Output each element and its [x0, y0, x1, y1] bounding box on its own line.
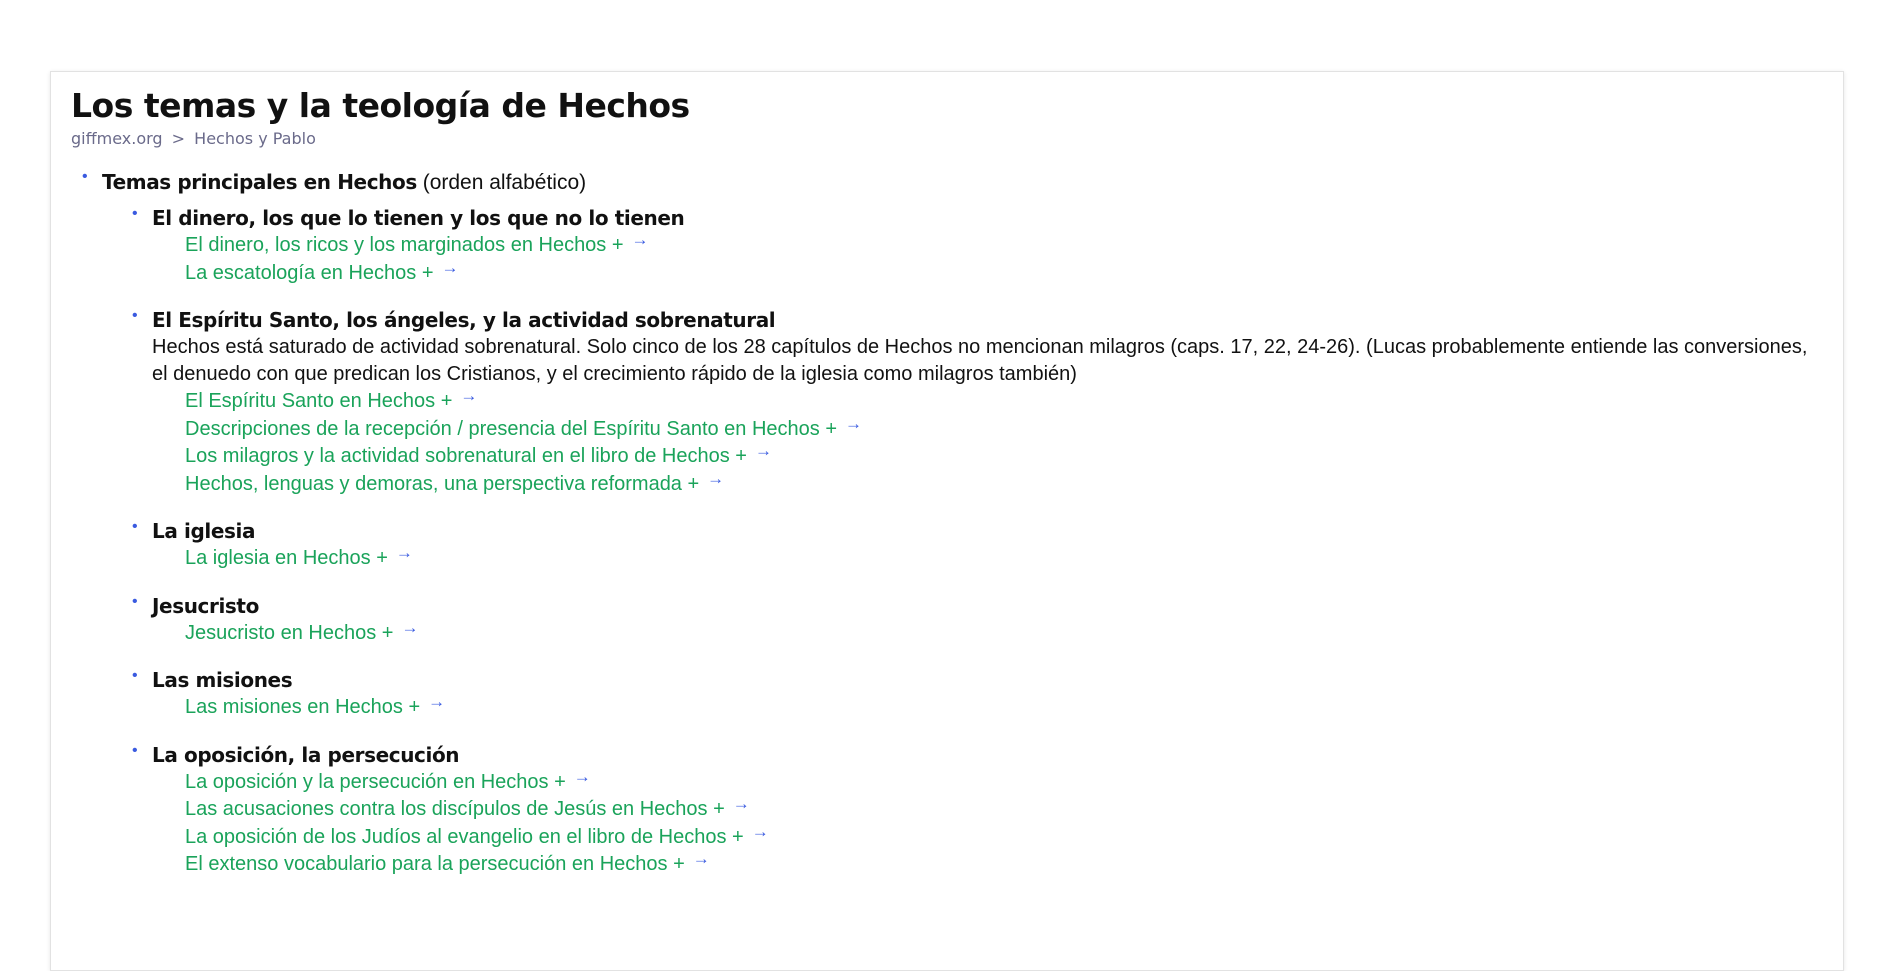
arrow-right-icon[interactable]: → — [693, 849, 710, 868]
topic-heading: El dinero, los que lo tienen y los que n… — [152, 206, 685, 230]
topic-link[interactable]: El Espíritu Santo en Hechos + — [185, 390, 452, 412]
bullet-icon: • — [132, 741, 138, 759]
topic-heading: La oposición, la persecución — [152, 742, 460, 767]
arrow-right-icon[interactable]: → — [845, 414, 862, 433]
section-heading: Temas principales en Hechos (orden alfab… — [102, 168, 1823, 197]
topic-link[interactable]: La iglesia en Hechos + — [185, 547, 388, 569]
section-heading-bold: Temas principales en Hechos — [102, 170, 417, 194]
topic-description: Hechos está saturado de actividad sobren… — [152, 336, 1808, 385]
topic-link-row: La iglesia en Hechos + → — [185, 543, 1823, 573]
topic-link[interactable]: Hechos, lenguas y demoras, una perspecti… — [185, 473, 699, 495]
topic-link-row: La escatología en Hechos + → — [185, 258, 1823, 288]
arrow-right-icon[interactable]: → — [752, 822, 769, 841]
bullet-icon: • — [82, 168, 88, 185]
topic-link-row: El dinero, los ricos y los marginados en… — [185, 230, 1823, 260]
topic-link[interactable]: El extenso vocabulario para la persecuci… — [185, 853, 685, 875]
topic-heading: Las misiones — [152, 668, 293, 692]
bullet-icon: • — [132, 667, 138, 684]
topic-link-row: Las misiones en Hechos + → — [185, 692, 1823, 722]
themes-section: • Temas principales en Hechos (orden alf… — [82, 168, 1823, 879]
arrow-right-icon[interactable]: → — [733, 794, 750, 813]
topic-links: La oposición y la persecución en Hechos … — [152, 767, 1823, 879]
topic-link-row: Los milagros y la actividad sobrenatural… — [185, 441, 1823, 471]
arrow-right-icon[interactable]: → — [755, 441, 772, 460]
arrow-right-icon[interactable]: → — [574, 767, 591, 786]
topic-item: • La oposición, la persecución La oposic… — [132, 742, 1823, 879]
topic-link-row: Jesucristo en Hechos + → — [185, 618, 1823, 648]
bullet-icon: • — [132, 518, 138, 535]
section-heading-note: (orden alfabético) — [422, 171, 587, 194]
topic-link[interactable]: Jesucristo en Hechos + — [185, 622, 393, 644]
arrow-right-icon[interactable]: → — [428, 692, 445, 711]
bullet-icon: • — [132, 592, 138, 610]
arrow-right-icon[interactable]: → — [442, 258, 459, 277]
topic-heading: La iglesia — [152, 519, 256, 543]
topic-link[interactable]: Las misiones en Hechos + — [185, 696, 420, 718]
themes-list: • Temas principales en Hechos (orden alf… — [71, 168, 1823, 879]
topic-item: • La iglesia La iglesia en Hechos + → — [132, 518, 1823, 573]
topic-link-row: La oposición de los Judíos al evangelio … — [185, 822, 1823, 852]
topic-link[interactable]: La escatología en Hechos + — [185, 262, 434, 284]
topic-link[interactable]: La oposición de los Judíos al evangelio … — [185, 826, 744, 848]
topic-links: El dinero, los ricos y los marginados en… — [152, 230, 1823, 288]
arrow-right-icon[interactable]: → — [632, 230, 649, 249]
topic-link[interactable]: Descripciones de la recepción / presenci… — [185, 418, 837, 440]
topic-links: La iglesia en Hechos + → — [152, 543, 1823, 573]
topic-link-row: El Espíritu Santo en Hechos + → — [185, 386, 1823, 416]
topic-item: • Las misiones Las misiones en Hechos + → — [132, 667, 1823, 722]
topic-item: • Jesucristo Jesucristo en Hechos + → — [132, 593, 1823, 648]
topic-heading: El Espíritu Santo, los ángeles, y la act… — [152, 308, 776, 332]
topic-link[interactable]: Los milagros y la actividad sobrenatural… — [185, 445, 747, 467]
topic-link[interactable]: Las acusaciones contra los discípulos de… — [185, 798, 725, 820]
topic-item: • El dinero, los que lo tienen y los que… — [132, 205, 1823, 288]
page-title: Los temas y la teología de Hechos — [71, 86, 690, 125]
topic-link-row: Descripciones de la recepción / presenci… — [185, 414, 1823, 444]
topic-link[interactable]: El dinero, los ricos y los marginados en… — [185, 234, 624, 256]
topic-links: Las misiones en Hechos + → — [152, 692, 1823, 722]
topic-item: • El Espíritu Santo, los ángeles, y la a… — [132, 307, 1823, 499]
topic-link-row: La oposición y la persecución en Hechos … — [185, 767, 1823, 797]
topic-links: El Espíritu Santo en Hechos + → Descripci… — [152, 386, 1823, 499]
topic-link[interactable]: La oposición y la persecución en Hechos … — [185, 771, 566, 793]
arrow-right-icon[interactable]: → — [707, 469, 724, 488]
arrow-right-icon[interactable]: → — [460, 386, 477, 405]
breadcrumb-separator: > — [171, 129, 186, 148]
arrow-right-icon[interactable]: → — [396, 543, 413, 562]
content-card: Los temas y la teología de Hechos giffme… — [50, 71, 1844, 971]
bullet-icon: • — [132, 205, 138, 222]
topics-list: • El dinero, los que lo tienen y los que… — [102, 205, 1823, 879]
bullet-icon: • — [132, 307, 138, 324]
topic-links: Jesucristo en Hechos + → — [152, 618, 1823, 648]
topic-link-row: Las acusaciones contra los discípulos de… — [185, 794, 1823, 824]
topic-heading: Jesucristo — [152, 593, 259, 618]
breadcrumb-current-link[interactable]: Hechos y Pablo — [194, 129, 316, 148]
topic-link-row: Hechos, lenguas y demoras, una perspecti… — [185, 469, 1823, 499]
topic-link-row: El extenso vocabulario para la persecuci… — [185, 849, 1823, 879]
arrow-right-icon[interactable]: → — [401, 618, 418, 637]
breadcrumb: giffmex.org > Hechos y Pablo — [71, 128, 1823, 150]
breadcrumb-home-link[interactable]: giffmex.org — [71, 129, 163, 148]
